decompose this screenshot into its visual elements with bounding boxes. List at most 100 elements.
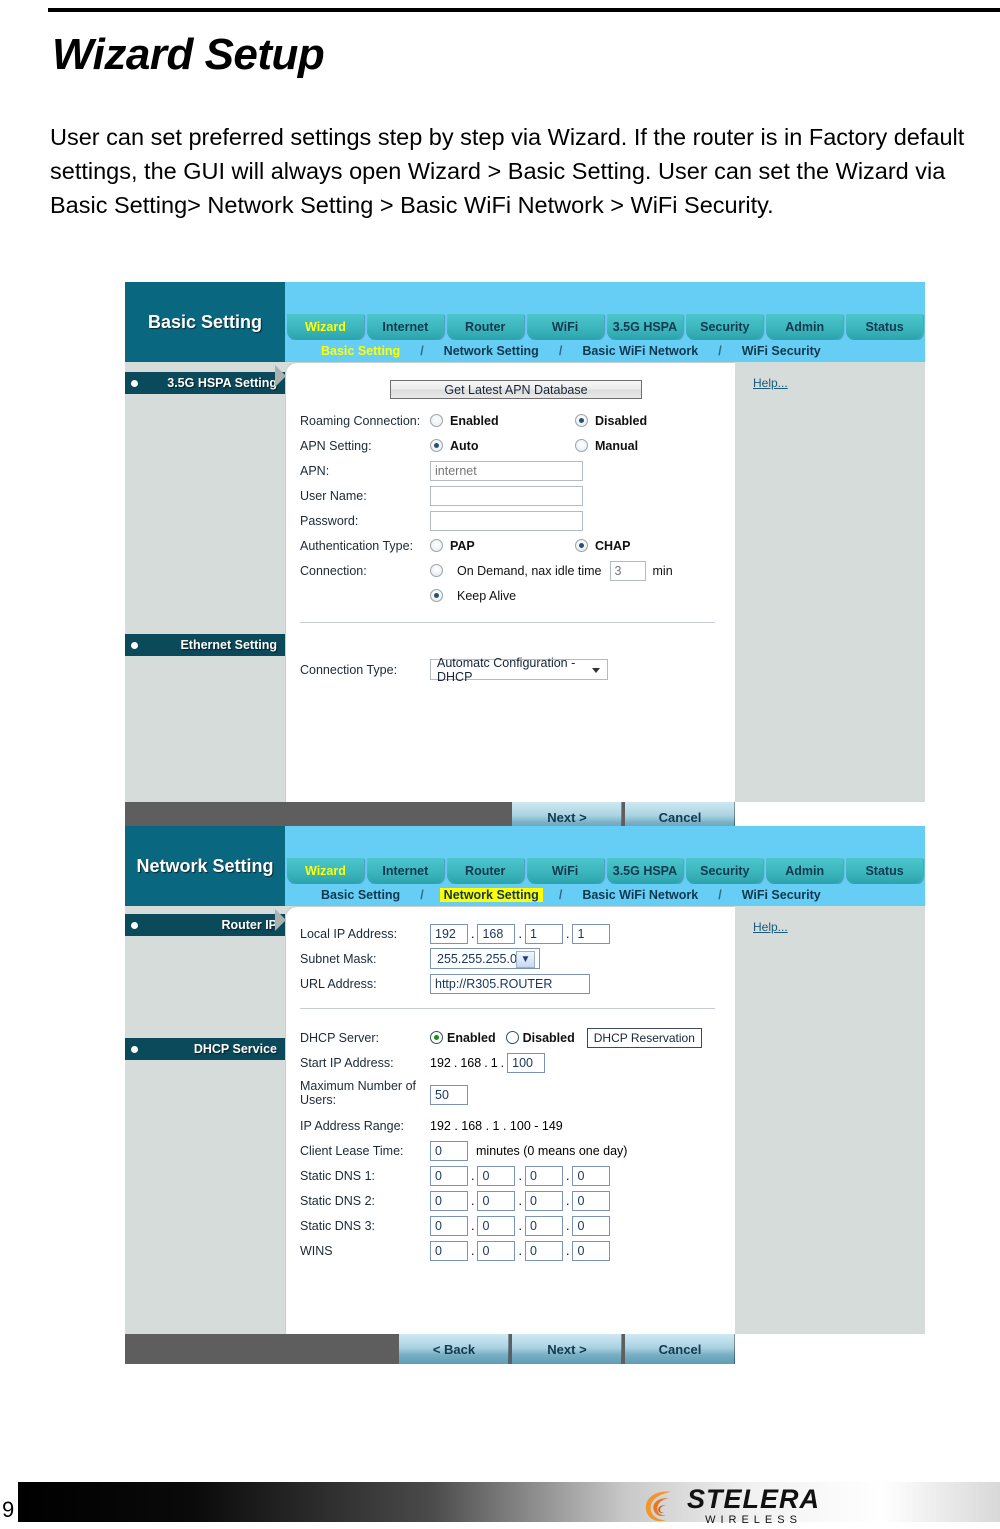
- roaming-enabled-radio[interactable]: [430, 414, 443, 427]
- username-input[interactable]: [430, 485, 583, 506]
- next-button[interactable]: Next >: [512, 1334, 622, 1364]
- crumb-basic-wifi-network[interactable]: Basic WiFi Network: [578, 344, 702, 358]
- tab-status[interactable]: Status: [846, 314, 923, 340]
- static-dns-1-octet-4[interactable]: [572, 1165, 611, 1186]
- dhcp-enabled-radio[interactable]: [430, 1031, 443, 1044]
- keep-alive-label: Keep Alive: [457, 588, 517, 603]
- tab-status[interactable]: Status: [846, 858, 923, 884]
- roaming-connection-label: Roaming Connection:: [300, 413, 421, 428]
- wins-octet-1[interactable]: [430, 1240, 468, 1261]
- tab-admin[interactable]: Admin: [766, 314, 844, 340]
- row-url-address: URL Address:: [300, 971, 719, 996]
- apn-manual-radio[interactable]: [575, 439, 588, 452]
- tab-router[interactable]: Router: [446, 858, 524, 884]
- panel2-brand: Network Setting: [125, 826, 285, 906]
- back-button[interactable]: < Back: [399, 1334, 509, 1364]
- dhcp-disabled-radio[interactable]: [505, 1031, 519, 1044]
- max-users-input[interactable]: [430, 1085, 468, 1105]
- tab-admin[interactable]: Admin: [766, 858, 844, 884]
- on-demand-radio[interactable]: [430, 564, 443, 577]
- dhcp-reservation-button[interactable]: DHCP Reservation: [586, 1027, 702, 1048]
- crumb-wifi-security[interactable]: WiFi Security: [738, 888, 825, 902]
- swirl-icon: [643, 1488, 681, 1524]
- static-dns-2-octet-3[interactable]: [524, 1190, 563, 1211]
- roaming-disabled-radio[interactable]: [575, 414, 588, 427]
- row-authentication-type: Authentication Type: PAP CHAP: [300, 533, 719, 558]
- ip-dot: .: [471, 1193, 475, 1208]
- ip-dot: .: [453, 1055, 458, 1070]
- sidebar-item-router-ip[interactable]: Router IP: [125, 914, 285, 936]
- get-latest-apn-database-button[interactable]: Get Latest APN Database: [390, 380, 642, 399]
- panel1-tabs: Wizard Internet Router WiFi 3.5G HSPA Se…: [285, 314, 925, 340]
- dhcp-enabled-label: Enabled: [447, 1030, 496, 1045]
- tab-router[interactable]: Router: [446, 314, 524, 340]
- apn-auto-label: Auto: [450, 438, 479, 453]
- static-dns-1-octet-2[interactable]: [477, 1165, 516, 1186]
- help-link[interactable]: Help...: [753, 376, 788, 390]
- wins-octet-2[interactable]: [477, 1240, 516, 1261]
- static-dns-3-octet-1[interactable]: [430, 1215, 468, 1236]
- static-dns-2-octet-1[interactable]: [430, 1190, 468, 1211]
- static-dns-2-octet-4[interactable]: [572, 1190, 611, 1211]
- auth-pap-radio[interactable]: [430, 539, 443, 552]
- ip-dot: .: [565, 1168, 570, 1183]
- tab-security[interactable]: Security: [686, 858, 764, 884]
- subnet-mask-select[interactable]: 255.255.255.0: [430, 948, 540, 969]
- tab-wizard[interactable]: Wizard: [287, 858, 364, 884]
- client-lease-time-input[interactable]: [430, 1140, 468, 1161]
- crumb-network-setting[interactable]: Network Setting: [439, 888, 543, 902]
- tab-wifi[interactable]: WiFi: [526, 858, 604, 884]
- crumb-basic-setting[interactable]: Basic Setting: [317, 888, 404, 902]
- row-local-ip-address: Local IP Address: . . .: [300, 921, 719, 946]
- url-address-input[interactable]: [430, 973, 590, 994]
- local-ip-octet-2[interactable]: [477, 923, 516, 944]
- crumb-network-setting[interactable]: Network Setting: [440, 344, 543, 358]
- local-ip-octet-1[interactable]: [430, 923, 468, 944]
- sidebar-item-3-5g-hspa-setting[interactable]: 3.5G HSPA Setting: [125, 372, 285, 394]
- password-input[interactable]: [430, 510, 583, 531]
- tab-3-5g-hspa[interactable]: 3.5G HSPA: [606, 858, 684, 884]
- static-dns-1-octet-3[interactable]: [524, 1165, 563, 1186]
- idle-time-unit-label: min: [652, 563, 673, 578]
- start-ip-octet-2: 168: [460, 1055, 482, 1070]
- tab-internet[interactable]: Internet: [366, 314, 444, 340]
- static-dns-3-octet-2[interactable]: [477, 1215, 516, 1236]
- sidebar-item-dhcp-service[interactable]: DHCP Service: [125, 1038, 285, 1060]
- local-ip-octet-4[interactable]: [572, 923, 611, 944]
- wins-octet-4[interactable]: [572, 1240, 611, 1261]
- row-start-ip-address: Start IP Address: 192 . 168 . 1 .: [300, 1050, 719, 1075]
- row-password: Password:: [300, 508, 719, 533]
- apn-auto-radio[interactable]: [430, 439, 443, 452]
- sidebar-item-ethernet-setting[interactable]: Ethernet Setting: [125, 634, 285, 656]
- idle-time-input[interactable]: [609, 560, 646, 581]
- crumb-basic-wifi-network[interactable]: Basic WiFi Network: [578, 888, 702, 902]
- panel1-breadcrumb: Basic Setting / Network Setting / Basic …: [285, 340, 925, 362]
- ip-dot: .: [565, 1193, 570, 1208]
- wins-octet-3[interactable]: [524, 1240, 563, 1261]
- connection-type-select[interactable]: Automatc Configuration - DHCP: [430, 656, 608, 684]
- keep-alive-radio[interactable]: [430, 589, 443, 602]
- ip-dot: .: [518, 1243, 522, 1258]
- help-link[interactable]: Help...: [753, 920, 788, 934]
- tab-wifi[interactable]: WiFi: [526, 314, 604, 340]
- tab-security[interactable]: Security: [686, 314, 764, 340]
- sidebar-item-label: Router IP: [221, 918, 277, 932]
- crumb-separator: /: [558, 888, 563, 902]
- tab-wizard[interactable]: Wizard: [287, 314, 364, 340]
- auth-chap-radio[interactable]: [575, 539, 588, 552]
- crumb-wifi-security[interactable]: WiFi Security: [738, 344, 825, 358]
- local-ip-octet-3[interactable]: [524, 923, 563, 944]
- connection-label: Connection:: [300, 563, 367, 578]
- tab-3-5g-hspa[interactable]: 3.5G HSPA: [606, 314, 684, 340]
- static-dns-3-octet-4[interactable]: [572, 1215, 611, 1236]
- static-dns-2-octet-2[interactable]: [477, 1190, 516, 1211]
- panel1-brand: Basic Setting: [125, 282, 285, 362]
- apn-input[interactable]: [430, 460, 583, 481]
- static-dns-3-octet-3[interactable]: [524, 1215, 563, 1236]
- crumb-basic-setting[interactable]: Basic Setting: [317, 344, 404, 358]
- tab-internet[interactable]: Internet: [366, 858, 444, 884]
- cancel-button[interactable]: Cancel: [625, 1334, 735, 1364]
- start-ip-octet-4[interactable]: [507, 1052, 546, 1073]
- static-dns-1-octet-1[interactable]: [430, 1165, 468, 1186]
- client-lease-time-unit: minutes (0 means one day): [476, 1143, 628, 1158]
